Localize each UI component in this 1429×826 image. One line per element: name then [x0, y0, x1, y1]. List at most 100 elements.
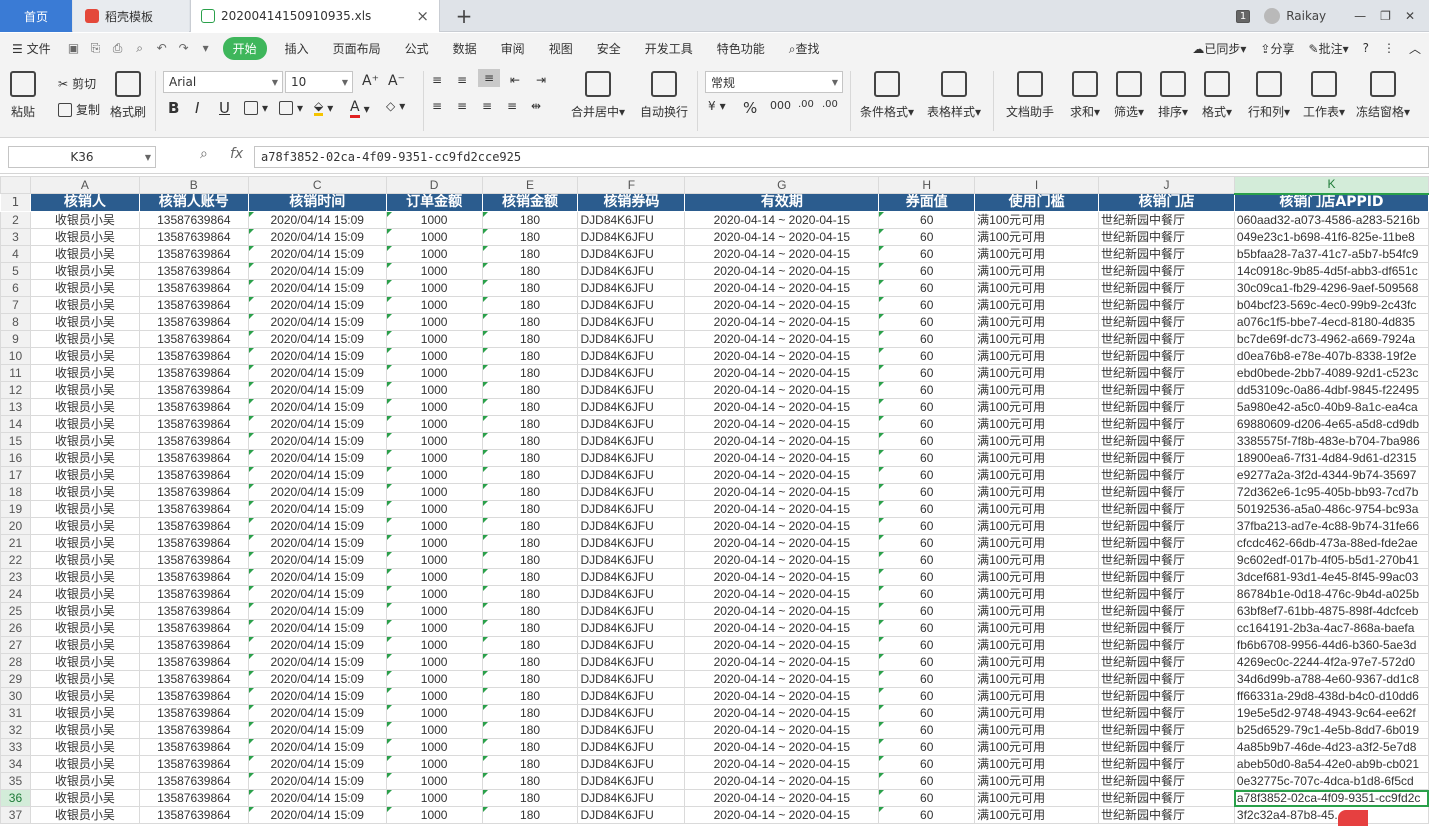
data-cell[interactable]: 收银员小吴: [29, 364, 140, 382]
row-header[interactable]: 31: [0, 704, 31, 722]
data-cell[interactable]: 60: [878, 551, 976, 569]
appid-cell[interactable]: 3385575f-7f8b-483e-b704-7ba986: [1233, 432, 1429, 450]
data-cell[interactable]: DJD84K6JFU: [577, 551, 686, 569]
appid-cell[interactable]: 69880609-d206-4e65-a5d8-cd9db: [1233, 415, 1429, 433]
menu-insert[interactable]: 插入: [273, 40, 321, 57]
row-header[interactable]: 13: [0, 398, 31, 416]
data-cell[interactable]: 收银员小吴: [29, 313, 140, 331]
data-cell[interactable]: 180: [481, 296, 579, 314]
data-cell[interactable]: 13587639864: [138, 330, 249, 348]
data-cell[interactable]: 2020-04-14 ~ 2020-04-15: [684, 534, 880, 552]
data-cell[interactable]: 60: [878, 568, 976, 586]
data-cell[interactable]: 180: [481, 245, 579, 263]
data-cell[interactable]: 180: [481, 755, 579, 773]
data-cell[interactable]: 13587639864: [138, 262, 249, 280]
data-cell[interactable]: 2020-04-14 ~ 2020-04-15: [684, 262, 880, 280]
data-cell[interactable]: 180: [481, 483, 579, 501]
row-header[interactable]: 1: [0, 193, 31, 212]
data-cell[interactable]: 180: [481, 585, 579, 603]
row-header[interactable]: 3: [0, 228, 31, 246]
data-cell[interactable]: 13587639864: [138, 500, 249, 518]
appid-cell[interactable]: 72d362e6-1c95-405b-bb93-7cd7b: [1233, 483, 1429, 501]
column-header[interactable]: C: [247, 176, 387, 194]
minimize-button[interactable]: —: [1354, 9, 1366, 23]
data-cell[interactable]: 2020/04/14 15:09: [247, 500, 387, 518]
data-cell[interactable]: 2020-04-14 ~ 2020-04-15: [684, 653, 880, 671]
data-cell[interactable]: 2020/04/14 15:09: [247, 755, 387, 773]
data-cell[interactable]: 收银员小吴: [29, 653, 140, 671]
data-cell[interactable]: 满100元可用: [974, 636, 1100, 654]
data-cell[interactable]: 13587639864: [138, 517, 249, 535]
data-cell[interactable]: 1000: [385, 755, 483, 773]
data-cell[interactable]: 1000: [385, 262, 483, 280]
format-painter-button[interactable]: 格式刷: [110, 71, 146, 120]
data-cell[interactable]: 60: [878, 364, 976, 382]
data-cell[interactable]: 世纪新园中餐厅: [1098, 517, 1235, 535]
data-cell[interactable]: 180: [481, 364, 579, 382]
data-cell[interactable]: 世纪新园中餐厅: [1098, 568, 1235, 586]
data-cell[interactable]: 满100元可用: [974, 211, 1100, 229]
data-cell[interactable]: 60: [878, 636, 976, 654]
data-cell[interactable]: 2020-04-14 ~ 2020-04-15: [684, 296, 880, 314]
data-cell[interactable]: 180: [481, 636, 579, 654]
data-cell[interactable]: DJD84K6JFU: [577, 653, 686, 671]
data-cell[interactable]: 60: [878, 279, 976, 297]
data-cell[interactable]: 收银员小吴: [29, 789, 140, 807]
data-cell[interactable]: 世纪新园中餐厅: [1098, 670, 1235, 688]
data-cell[interactable]: DJD84K6JFU: [577, 755, 686, 773]
data-cell[interactable]: 2020/04/14 15:09: [247, 806, 387, 824]
data-cell[interactable]: 收银员小吴: [29, 534, 140, 552]
appid-cell[interactable]: ebd0bede-2bb7-4089-92d1-c523c: [1233, 364, 1429, 382]
data-cell[interactable]: 13587639864: [138, 789, 249, 807]
share-button[interactable]: ⇪分享: [1260, 40, 1294, 57]
data-cell[interactable]: DJD84K6JFU: [577, 568, 686, 586]
data-cell[interactable]: 60: [878, 670, 976, 688]
undo-icon[interactable]: ↶: [155, 41, 169, 55]
data-cell[interactable]: 世纪新园中餐厅: [1098, 619, 1235, 637]
column-header[interactable]: G: [684, 176, 880, 194]
data-cell[interactable]: 满100元可用: [974, 330, 1100, 348]
data-cell[interactable]: 2020/04/14 15:09: [247, 245, 387, 263]
data-cell[interactable]: 13587639864: [138, 483, 249, 501]
data-cell[interactable]: 60: [878, 687, 976, 705]
percent-button[interactable]: %: [743, 99, 757, 117]
data-cell[interactable]: 满100元可用: [974, 466, 1100, 484]
data-cell[interactable]: 180: [481, 687, 579, 705]
data-cell[interactable]: 180: [481, 330, 579, 348]
appid-cell[interactable]: 14c0918c-9b85-4d5f-abb3-df651c: [1233, 262, 1429, 280]
data-cell[interactable]: 13587639864: [138, 245, 249, 263]
data-cell[interactable]: 满100元可用: [974, 585, 1100, 603]
data-cell[interactable]: 世纪新园中餐厅: [1098, 330, 1235, 348]
data-cell[interactable]: 世纪新园中餐厅: [1098, 789, 1235, 807]
data-cell[interactable]: 收银员小吴: [29, 245, 140, 263]
data-cell[interactable]: 60: [878, 449, 976, 467]
data-cell[interactable]: 60: [878, 789, 976, 807]
data-cell[interactable]: 2020-04-14 ~ 2020-04-15: [684, 721, 880, 739]
data-cell[interactable]: 180: [481, 262, 579, 280]
data-cell[interactable]: 1000: [385, 602, 483, 620]
data-cell[interactable]: 2020/04/14 15:09: [247, 296, 387, 314]
data-cell[interactable]: 1000: [385, 534, 483, 552]
data-cell[interactable]: 180: [481, 704, 579, 722]
number-format-select[interactable]: 常规 ▼: [705, 71, 843, 93]
row-header[interactable]: 29: [0, 670, 31, 688]
menu-features[interactable]: 特色功能: [705, 40, 777, 57]
data-cell[interactable]: 世纪新园中餐厅: [1098, 534, 1235, 552]
data-cell[interactable]: 60: [878, 721, 976, 739]
data-cell[interactable]: 180: [481, 738, 579, 756]
data-cell[interactable]: 180: [481, 211, 579, 229]
justify-button[interactable]: ≡: [507, 99, 517, 113]
cut-button[interactable]: ✂ 剪切: [58, 75, 96, 92]
data-cell[interactable]: 180: [481, 432, 579, 450]
data-cell[interactable]: DJD84K6JFU: [577, 670, 686, 688]
data-cell[interactable]: 2020-04-14 ~ 2020-04-15: [684, 500, 880, 518]
appid-cell[interactable]: a78f3852-02ca-4f09-9351-cc9fd2c: [1233, 789, 1429, 807]
data-cell[interactable]: 2020-04-14 ~ 2020-04-15: [684, 432, 880, 450]
data-cell[interactable]: 1000: [385, 670, 483, 688]
row-header[interactable]: 6: [0, 279, 31, 297]
data-cell[interactable]: 2020-04-14 ~ 2020-04-15: [684, 313, 880, 331]
data-cell[interactable]: 2020-04-14 ~ 2020-04-15: [684, 279, 880, 297]
data-cell[interactable]: 2020/04/14 15:09: [247, 415, 387, 433]
data-cell[interactable]: 13587639864: [138, 415, 249, 433]
font-grow-button[interactable]: A⁺: [362, 73, 379, 89]
